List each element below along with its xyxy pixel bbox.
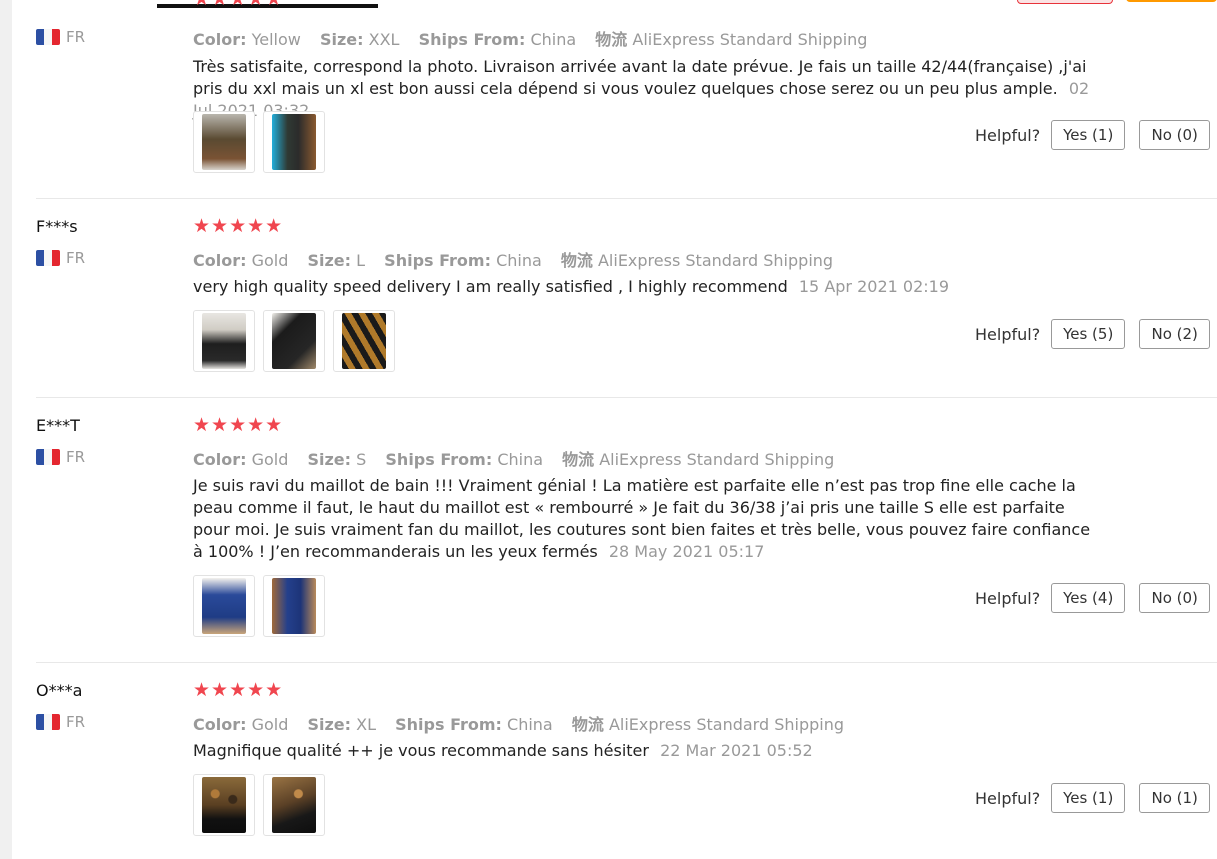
rating-stars: ★★★★★ xyxy=(193,414,284,436)
review-photo-thumbnail[interactable] xyxy=(193,111,255,173)
helpful-label: Helpful? xyxy=(975,125,1041,145)
color-label: Color: xyxy=(193,30,247,49)
review-text: very high quality speed delivery I am re… xyxy=(193,276,1093,298)
ships-from-value: China xyxy=(496,251,542,270)
helpful-no-button[interactable]: No (0) xyxy=(1139,120,1211,150)
ships-from-label: Ships From: xyxy=(384,251,491,270)
shipping-value: AliExpress Standard Shipping xyxy=(597,251,834,270)
reviewer-country: FR xyxy=(36,249,85,267)
reviewer-country: FR xyxy=(36,713,85,731)
review-date: 28 May 2021 05:17 xyxy=(608,542,765,561)
review-photos xyxy=(193,310,395,372)
left-edge-strip xyxy=(0,0,12,859)
shipping-prefix: 物流 xyxy=(562,450,595,469)
review-photo-thumbnail[interactable] xyxy=(193,774,255,836)
rating-stars: ★★★★★ xyxy=(193,215,284,237)
color-label: Color: xyxy=(193,251,247,270)
country-code: FR xyxy=(66,448,86,466)
ships-from-label: Ships From: xyxy=(385,450,493,469)
review-item: F***s FR ★★★★★ Color: Gold Size: L Ships… xyxy=(36,198,1217,398)
size-value: XXL xyxy=(368,30,400,49)
france-flag-icon xyxy=(36,449,60,465)
size-label: Size: xyxy=(307,450,352,469)
review-photos xyxy=(193,774,325,836)
helpful-yes-button[interactable]: Yes (1) xyxy=(1051,783,1126,813)
review-photo-thumbnail[interactable] xyxy=(193,575,255,637)
shipping-prefix: 物流 xyxy=(560,251,593,270)
review-item: FR Color: Yellow Size: XXL Ships From: C… xyxy=(36,0,1217,199)
size-label: Size: xyxy=(307,251,352,270)
reviewer-country: FR xyxy=(36,448,85,466)
review-photo-thumbnail[interactable] xyxy=(263,111,325,173)
shipping-value: AliExpress Standard Shipping xyxy=(632,30,868,49)
helpful-no-button[interactable]: No (1) xyxy=(1139,783,1211,813)
ships-from-value: China xyxy=(530,30,577,49)
ships-from-value: China xyxy=(507,715,553,734)
color-label: Color: xyxy=(193,715,247,734)
size-label: Size: xyxy=(319,30,364,49)
review-attributes: Color: Gold Size: S Ships From: China 物流… xyxy=(193,446,848,470)
review-attributes: Color: Gold Size: XL Ships From: China 物… xyxy=(193,711,858,735)
helpful-vote: Helpful? Yes (5) No (2) xyxy=(975,319,1211,349)
review-photo-thumbnail[interactable] xyxy=(333,310,395,372)
color-value: Gold xyxy=(251,715,289,734)
rating-stars: ★★★★★ xyxy=(193,679,284,701)
helpful-vote: Helpful? Yes (1) No (0) xyxy=(975,120,1211,150)
ships-from-label: Ships From: xyxy=(418,30,526,49)
review-text: Magnifique qualité ++ je vous recommande… xyxy=(193,740,1093,762)
size-value: S xyxy=(356,450,367,469)
helpful-yes-button[interactable]: Yes (5) xyxy=(1051,319,1126,349)
helpful-vote: Helpful? Yes (4) No (0) xyxy=(975,583,1211,613)
review-body: Très satisfaite, correspond la photo. Li… xyxy=(193,57,1087,98)
review-photo-thumbnail[interactable] xyxy=(263,310,325,372)
review-photos xyxy=(193,111,325,173)
review-date: 22 Mar 2021 05:52 xyxy=(660,741,813,760)
country-code: FR xyxy=(66,249,86,267)
review-date: 15 Apr 2021 02:19 xyxy=(798,277,949,296)
review-item: E***T FR ★★★★★ Color: Gold Size: S Ships… xyxy=(36,397,1217,663)
reviewer-name: F***s xyxy=(36,217,78,236)
helpful-label: Helpful? xyxy=(975,788,1041,808)
helpful-label: Helpful? xyxy=(975,588,1041,608)
review-attributes: Color: Gold Size: L Ships From: China 物流… xyxy=(193,247,847,271)
country-code: FR xyxy=(66,713,86,731)
size-value: XL xyxy=(356,715,377,734)
reviewer-name: O***a xyxy=(36,681,83,700)
ships-from-label: Ships From: xyxy=(395,715,502,734)
helpful-no-button[interactable]: No (2) xyxy=(1139,319,1211,349)
color-label: Color: xyxy=(193,450,247,469)
france-flag-icon xyxy=(36,714,60,730)
color-value: Yellow xyxy=(251,30,301,49)
helpful-yes-button[interactable]: Yes (4) xyxy=(1051,583,1126,613)
review-photos xyxy=(193,575,325,637)
country-code: FR xyxy=(66,28,86,46)
shipping-value: AliExpress Standard Shipping xyxy=(608,715,845,734)
reviewer-country: FR xyxy=(36,28,85,46)
helpful-label: Helpful? xyxy=(975,324,1041,344)
review-body: Magnifique qualité ++ je vous recommande… xyxy=(193,741,649,760)
france-flag-icon xyxy=(36,29,60,45)
shipping-prefix: 物流 xyxy=(571,715,604,734)
color-value: Gold xyxy=(251,450,289,469)
size-label: Size: xyxy=(307,715,352,734)
shipping-value: AliExpress Standard Shipping xyxy=(599,450,835,469)
review-body: very high quality speed delivery I am re… xyxy=(193,277,788,296)
review-text: Très satisfaite, correspond la photo. Li… xyxy=(193,56,1093,122)
reviewer-name: E***T xyxy=(36,416,80,435)
review-item: O***a FR ★★★★★ Color: Gold Size: XL Ship… xyxy=(36,662,1217,859)
review-text: Je suis ravi du maillot de bain !!! Vrai… xyxy=(193,475,1093,563)
review-photo-thumbnail[interactable] xyxy=(263,575,325,637)
size-value: L xyxy=(356,251,366,270)
ships-from-value: China xyxy=(497,450,544,469)
france-flag-icon xyxy=(36,250,60,266)
review-attributes: Color: Yellow Size: XXL Ships From: Chin… xyxy=(193,26,881,50)
helpful-no-button[interactable]: No (0) xyxy=(1139,583,1211,613)
shipping-prefix: 物流 xyxy=(595,30,628,49)
helpful-vote: Helpful? Yes (1) No (1) xyxy=(975,783,1211,813)
review-photo-thumbnail[interactable] xyxy=(263,774,325,836)
helpful-yes-button[interactable]: Yes (1) xyxy=(1051,120,1126,150)
color-value: Gold xyxy=(251,251,289,270)
review-photo-thumbnail[interactable] xyxy=(193,310,255,372)
